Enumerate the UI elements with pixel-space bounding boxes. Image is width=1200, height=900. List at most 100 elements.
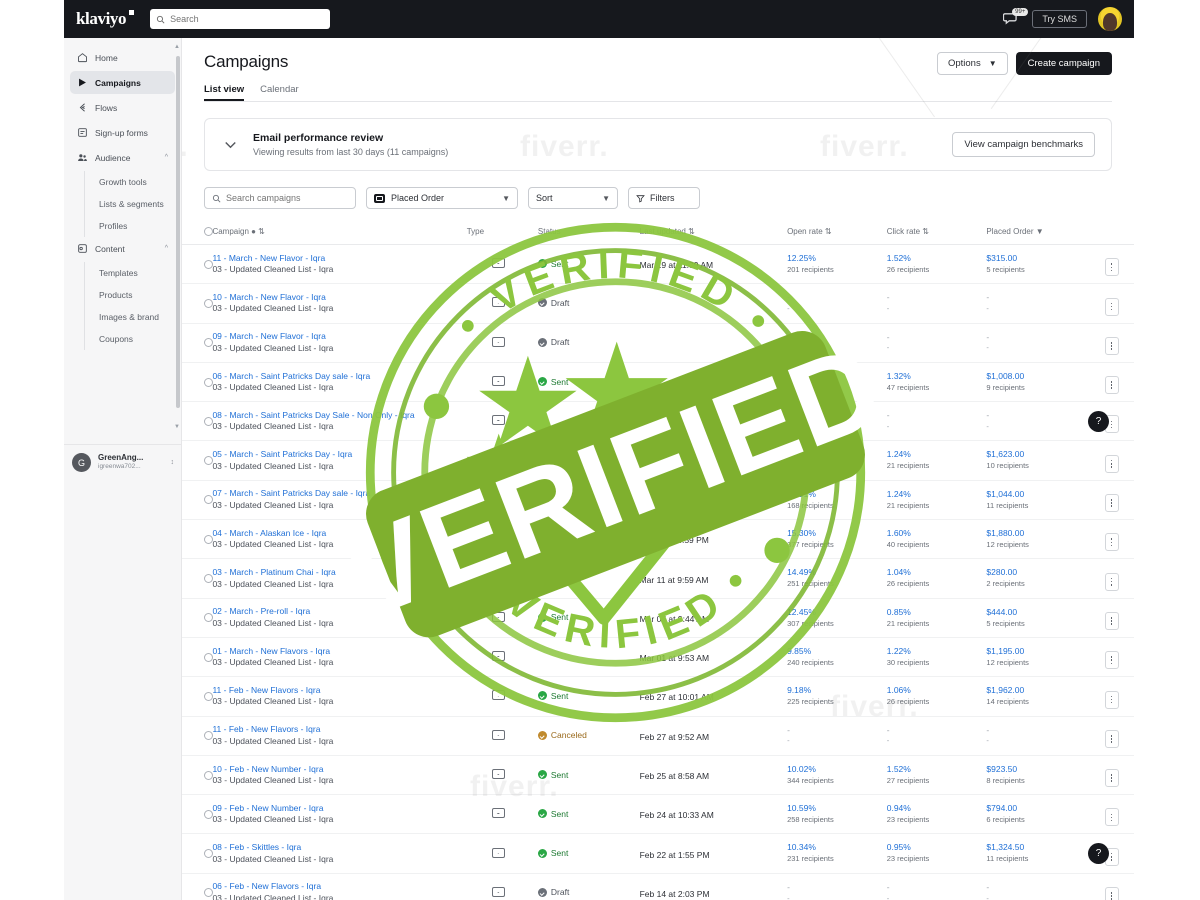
row-menu-button[interactable] (1104, 494, 1119, 513)
row-menu-button[interactable] (1104, 887, 1119, 900)
create-campaign-button[interactable]: Create campaign (1015, 52, 1112, 75)
campaign-name-link[interactable]: 10 - Feb - New Number - Iqra (212, 764, 458, 775)
campaign-name-link[interactable]: 09 - March - New Flavor - Iqra (212, 331, 458, 342)
column-header-status[interactable]: Status (533, 221, 636, 245)
row-menu-button[interactable] (1104, 336, 1119, 355)
campaign-name-link[interactable]: 02 - March - Pre-roll - Iqra (212, 606, 458, 617)
help-button[interactable]: ? (1088, 411, 1109, 432)
campaign-name-link[interactable]: 01 - March - New Flavors - Iqra (212, 646, 458, 657)
campaign-name-link[interactable]: 08 - March - Saint Patricks Day Sale - N… (212, 410, 458, 421)
global-search[interactable] (150, 9, 331, 29)
sidebar-scrollbar[interactable] (176, 56, 180, 408)
options-label: Options (947, 58, 981, 69)
campaign-name-link[interactable]: 06 - March - Saint Patricks Day sale - I… (212, 371, 458, 382)
user-avatar[interactable] (1098, 7, 1122, 31)
sidebar-item-images-brand[interactable]: Images & brand (87, 306, 175, 328)
scroll-down-arrow[interactable]: ▼ (173, 424, 181, 430)
sidebar-item-content[interactable]: Content ^ (70, 237, 175, 260)
row-menu-button[interactable] (1104, 533, 1119, 552)
view-campaign-benchmarks-button[interactable]: View campaign benchmarks (952, 132, 1095, 157)
campaign-name-link[interactable]: 11 - Feb - New Flavors - Iqra (212, 685, 458, 696)
campaign-name-link[interactable]: 05 - March - Saint Patricks Day - Iqra (212, 449, 458, 460)
table-row[interactable]: 08 - Feb - Skittles - Iqra 03 - Updated C… (182, 833, 1134, 874)
row-menu-button[interactable] (1104, 651, 1119, 670)
sort-select[interactable]: Sort ▼ (528, 187, 618, 209)
sidebar-item-home[interactable]: Home (70, 46, 175, 69)
campaign-name-link[interactable]: 11 - Feb - New Flavors - Iqra (212, 724, 458, 735)
campaign-name-link[interactable]: 06 - Feb - New Flavors - Iqra (212, 881, 458, 892)
table-row[interactable]: 03 - March - Platinum Chai - Iqra 03 - Up… (182, 558, 1134, 599)
campaign-name-link[interactable]: 07 - March - Saint Patricks Day sale - I… (212, 488, 458, 499)
row-menu-button[interactable] (1104, 729, 1119, 748)
tab-calendar[interactable]: Calendar (260, 84, 299, 101)
chevron-down-icon[interactable] (221, 135, 240, 154)
options-button[interactable]: Options ▼ (936, 52, 1008, 75)
sidebar-item-audience[interactable]: Audience ^ (70, 146, 175, 169)
metric-select[interactable]: Placed Order ▼ (366, 187, 518, 209)
table-row[interactable]: 02 - March - Pre-roll - Iqra 03 - Updated… (182, 598, 1134, 638)
chat-button[interactable]: 99+ (1003, 8, 1029, 27)
sidebar: Home Campaigns Flows Sign-up forms Audie… (64, 38, 182, 900)
row-menu-button[interactable] (1104, 690, 1119, 709)
table-header-row: Campaign ● ⇅ Type Status Last updated ⇅ … (182, 221, 1134, 245)
row-menu-button[interactable] (1104, 454, 1119, 473)
row-menu-button[interactable] (1104, 376, 1119, 395)
sidebar-item-products[interactable]: Products (87, 284, 175, 306)
table-row[interactable]: 01 - March - New Flavors - Iqra 03 - Upda… (182, 637, 1134, 678)
tab-list-view[interactable]: List view (204, 84, 244, 101)
sidebar-item-coupons[interactable]: Coupons (87, 328, 175, 350)
sidebar-item-templates[interactable]: Templates (87, 262, 175, 284)
campaign-list-name: 03 - Updated Cleaned List - Iqra (212, 382, 334, 393)
row-menu-button[interactable] (1104, 808, 1119, 827)
campaign-name-link[interactable]: 10 - March - New Flavor - Iqra (212, 292, 458, 303)
table-row[interactable]: 06 - Feb - New Flavors - Iqra 03 - Update… (182, 873, 1134, 900)
campaign-name-link[interactable]: 08 - Feb - Skittles - Iqra (212, 842, 458, 853)
table-toolbar: Placed Order ▼ Sort ▼ Filters (204, 187, 1112, 209)
help-button[interactable]: ? (1088, 843, 1109, 864)
sidebar-item-profiles[interactable]: Profiles (87, 215, 175, 237)
column-header-campaign[interactable]: Campaign ● ⇅ (208, 221, 463, 245)
table-row[interactable]: 08 - March - Saint Patricks Day Sale - N… (182, 401, 1134, 442)
column-header-type[interactable]: Type (462, 221, 534, 245)
global-search-input[interactable] (170, 14, 325, 24)
table-row[interactable]: 05 - March - Saint Patricks Day - Iqra 03… (182, 440, 1134, 481)
row-menu-button[interactable] (1104, 258, 1119, 277)
table-row[interactable]: 07 - March - Saint Patricks Day sale - I… (182, 480, 1134, 521)
klaviyo-logo[interactable]: klaviyo (76, 9, 135, 29)
row-menu-button[interactable] (1104, 611, 1119, 630)
table-row[interactable]: 04 - March - Alaskan Ice - Iqra 03 - Upda… (182, 519, 1134, 560)
table-row[interactable]: 11 - Feb - New Flavors - Iqra 03 - Update… (182, 676, 1134, 717)
search-campaigns-input[interactable] (226, 193, 348, 203)
sidebar-scroll-area[interactable]: ▲ ▼ (173, 44, 181, 430)
open-rate-cell (783, 362, 883, 403)
campaign-list-name: 03 - Updated Cleaned List - Iqra (212, 264, 334, 275)
table-row[interactable]: 09 - March - New Flavor - Iqra 03 - Updat… (182, 323, 1134, 363)
sidebar-item-signup-forms[interactable]: Sign-up forms (70, 121, 175, 144)
table-row[interactable]: 06 - March - Saint Patricks Day sale - I… (182, 362, 1134, 403)
sidebar-item-growth-tools[interactable]: Growth tools (87, 171, 175, 193)
column-header-last-updated[interactable]: Last updated ⇅ (635, 221, 784, 245)
table-row[interactable]: 11 - Feb - New Flavors - Iqra 03 - Update… (182, 716, 1134, 756)
row-menu-button[interactable] (1104, 769, 1119, 788)
table-row[interactable]: 10 - March - New Flavor - Iqra 03 - Updat… (182, 283, 1134, 324)
scroll-up-arrow[interactable]: ▲ (173, 44, 181, 50)
sidebar-item-lists-segments[interactable]: Lists & segments (87, 193, 175, 215)
column-header-open-rate[interactable]: Open rate ⇅ (783, 221, 883, 245)
sidebar-item-flows[interactable]: Flows (70, 96, 175, 119)
row-menu-button[interactable] (1104, 297, 1119, 316)
table-row[interactable]: 10 - Feb - New Number - Iqra 03 - Updated… (182, 755, 1134, 796)
sidebar-item-campaigns[interactable]: Campaigns (70, 71, 175, 94)
search-campaigns-field[interactable] (204, 187, 356, 209)
account-switcher[interactable]: G GreenAng... igreenwa702... ↕ (64, 444, 182, 480)
filters-button[interactable]: Filters (628, 187, 700, 209)
campaign-name-link[interactable]: 11 - March - New Flavor - Iqra (212, 253, 458, 264)
campaign-name-link[interactable]: 03 - March - Platinum Chai - Iqra (212, 567, 458, 578)
row-menu-button[interactable] (1104, 572, 1119, 591)
campaign-name-link[interactable]: 09 - Feb - New Number - Iqra (212, 803, 458, 814)
campaign-name-link[interactable]: 04 - March - Alaskan Ice - Iqra (212, 528, 458, 539)
column-header-click-rate[interactable]: Click rate ⇅ (882, 221, 983, 245)
try-sms-button[interactable]: Try SMS (1032, 10, 1087, 28)
column-header-placed-order[interactable]: Placed Order ▼ (982, 221, 1090, 245)
table-row[interactable]: 11 - March - New Flavor - Iqra 03 - Updat… (182, 244, 1134, 285)
table-row[interactable]: 09 - Feb - New Number - Iqra 03 - Updated… (182, 794, 1134, 835)
